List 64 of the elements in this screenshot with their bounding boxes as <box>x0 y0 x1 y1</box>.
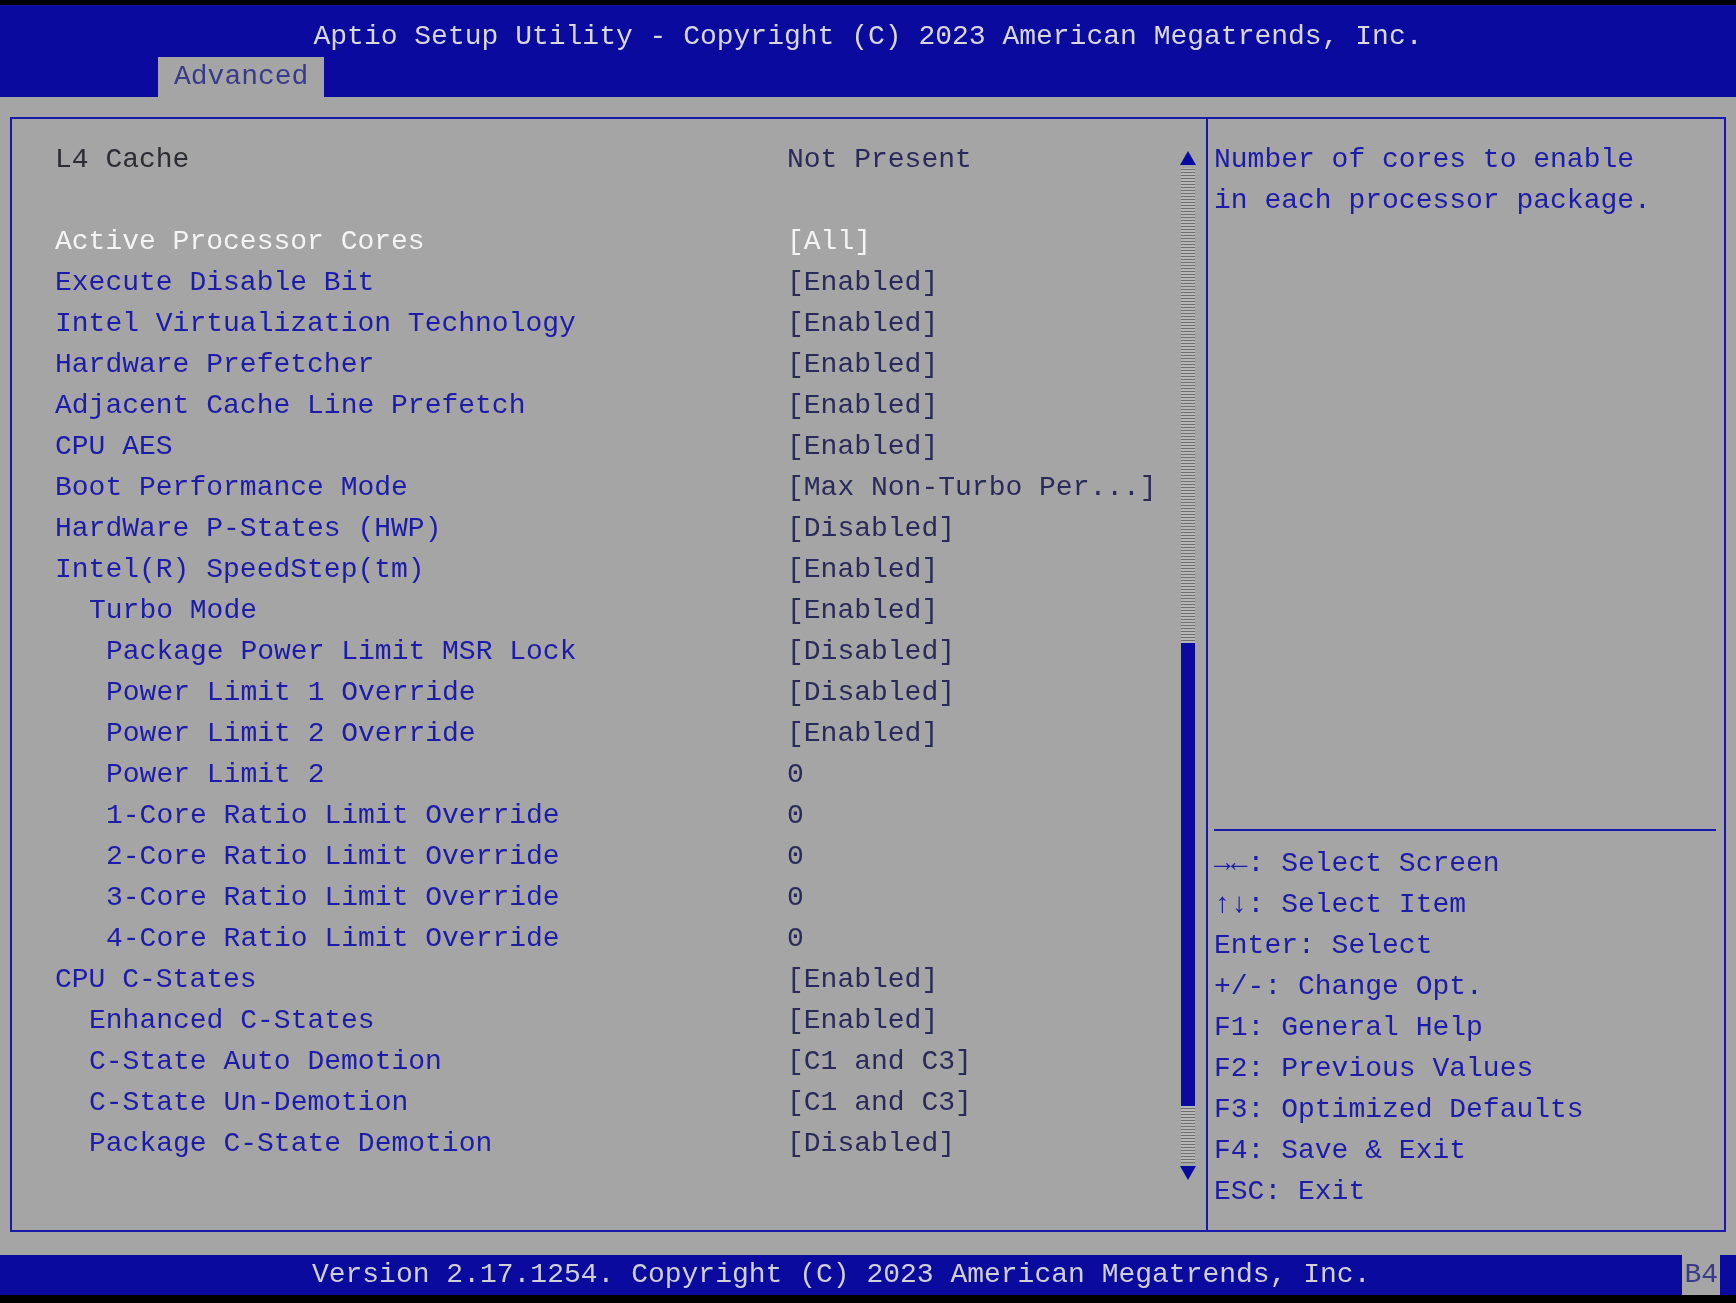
setting-value[interactable]: [Enabled] <box>787 590 939 631</box>
setting-value[interactable]: [Enabled] <box>787 713 939 754</box>
setting-label[interactable]: Boot Performance Mode <box>55 467 787 508</box>
setting-label[interactable]: Hardware Prefetcher <box>55 344 787 385</box>
setting-value[interactable]: [Enabled] <box>787 303 939 344</box>
setting-label[interactable]: Intel(R) SpeedStep(tm) <box>55 549 787 590</box>
setting-label[interactable]: Adjacent Cache Line Prefetch <box>55 385 787 426</box>
setting-label[interactable]: Power Limit 2 Override <box>55 713 787 754</box>
setting-label[interactable]: CPU C-States <box>55 959 787 1000</box>
setting-label[interactable]: Package Power Limit MSR Lock <box>55 631 787 672</box>
setting-value[interactable]: 0 <box>787 754 804 795</box>
setting-label[interactable]: C-State Auto Demotion <box>55 1041 787 1082</box>
setting-value[interactable]: [Enabled] <box>787 344 939 385</box>
setting-value[interactable]: 0 <box>787 918 804 959</box>
setting-value[interactable]: [Disabled] <box>787 508 956 549</box>
setting-label[interactable]: 3-Core Ratio Limit Override <box>55 877 787 918</box>
setting-value[interactable]: 0 <box>787 795 804 836</box>
setting-value[interactable]: [Enabled] <box>787 385 939 426</box>
window-title: Aptio Setup Utility - Copyright (C) 2023 American Megatrends, Inc. <box>313 20 1423 54</box>
scroll-down-icon[interactable] <box>1180 1166 1196 1180</box>
setting-value[interactable]: [Disabled] <box>787 1123 956 1164</box>
setting-label[interactable]: Enhanced C-States <box>55 1000 787 1041</box>
setting-label[interactable]: C-State Un-Demotion <box>55 1082 787 1123</box>
key-help-text: F1: General Help <box>1214 1011 1484 1045</box>
setting-value[interactable]: [Enabled] <box>787 262 939 303</box>
setting-value[interactable]: [Max Non-Turbo Per...] <box>787 467 1157 508</box>
setting-value[interactable]: [C1 and C3] <box>787 1041 972 1082</box>
key-help-text: F2: Previous Values <box>1214 1052 1535 1086</box>
setting-value[interactable]: 0 <box>787 877 804 918</box>
key-help-text: ESC: Exit <box>1214 1175 1367 1209</box>
key-help-text: →←: Select Screen <box>1214 847 1501 881</box>
key-help-text: F4: Save & Exit <box>1214 1134 1468 1168</box>
setting-label[interactable]: Power Limit 1 Override <box>55 672 787 713</box>
setting-label[interactable]: HardWare P-States (HWP) <box>55 508 787 549</box>
setting-value[interactable]: [Enabled] <box>787 959 939 1000</box>
setting-label[interactable]: Intel Virtualization Technology <box>55 303 787 344</box>
setting-value[interactable]: [Enabled] <box>787 426 939 467</box>
help-text: Number of cores to enable in each processor package. <box>1214 143 1652 218</box>
setting-value[interactable]: [Enabled] <box>787 549 939 590</box>
info-value: Not Present <box>787 143 972 177</box>
setting-label[interactable]: Execute Disable Bit <box>55 262 787 303</box>
key-help-text: F3: Optimized Defaults <box>1214 1093 1585 1127</box>
setting-label[interactable]: Power Limit 2 <box>55 754 787 795</box>
version-text: Version 2.17.1254. Copyright (C) 2023 American Megatrends, Inc. <box>311 1258 1371 1292</box>
setting-label[interactable]: Package C-State Demotion <box>55 1123 787 1164</box>
scroll-up-icon[interactable] <box>1180 151 1196 165</box>
setting-label[interactable]: 1-Core Ratio Limit Override <box>55 795 787 836</box>
setting-label[interactable]: 4-Core Ratio Limit Override <box>55 918 787 959</box>
setting-value[interactable]: [C1 and C3] <box>787 1082 972 1123</box>
setting-value[interactable]: [Disabled] <box>787 631 956 672</box>
scrollbar-thumb[interactable] <box>1181 643 1195 1107</box>
tab[interactable]: Advanced <box>158 57 325 97</box>
setting-label[interactable]: 2-Core Ratio Limit Override <box>55 836 787 877</box>
setting-label[interactable]: Turbo Mode <box>55 590 787 631</box>
key-help-text: Enter: Select <box>1214 929 1434 963</box>
key-help-text: +/-: Change Opt. <box>1214 970 1484 1004</box>
info-label: L4 Cache <box>55 143 191 177</box>
scrollbar-track[interactable] <box>1181 168 1195 1163</box>
setting-value[interactable]: [Enabled] <box>787 1000 939 1041</box>
status-code: B4 <box>1682 1255 1720 1295</box>
key-help-text: ↑↓: Select Item <box>1214 888 1468 922</box>
setting-label[interactable]: CPU AES <box>55 426 787 467</box>
setting-value[interactable]: 0 <box>787 836 804 877</box>
setting-value[interactable]: [Disabled] <box>787 672 956 713</box>
